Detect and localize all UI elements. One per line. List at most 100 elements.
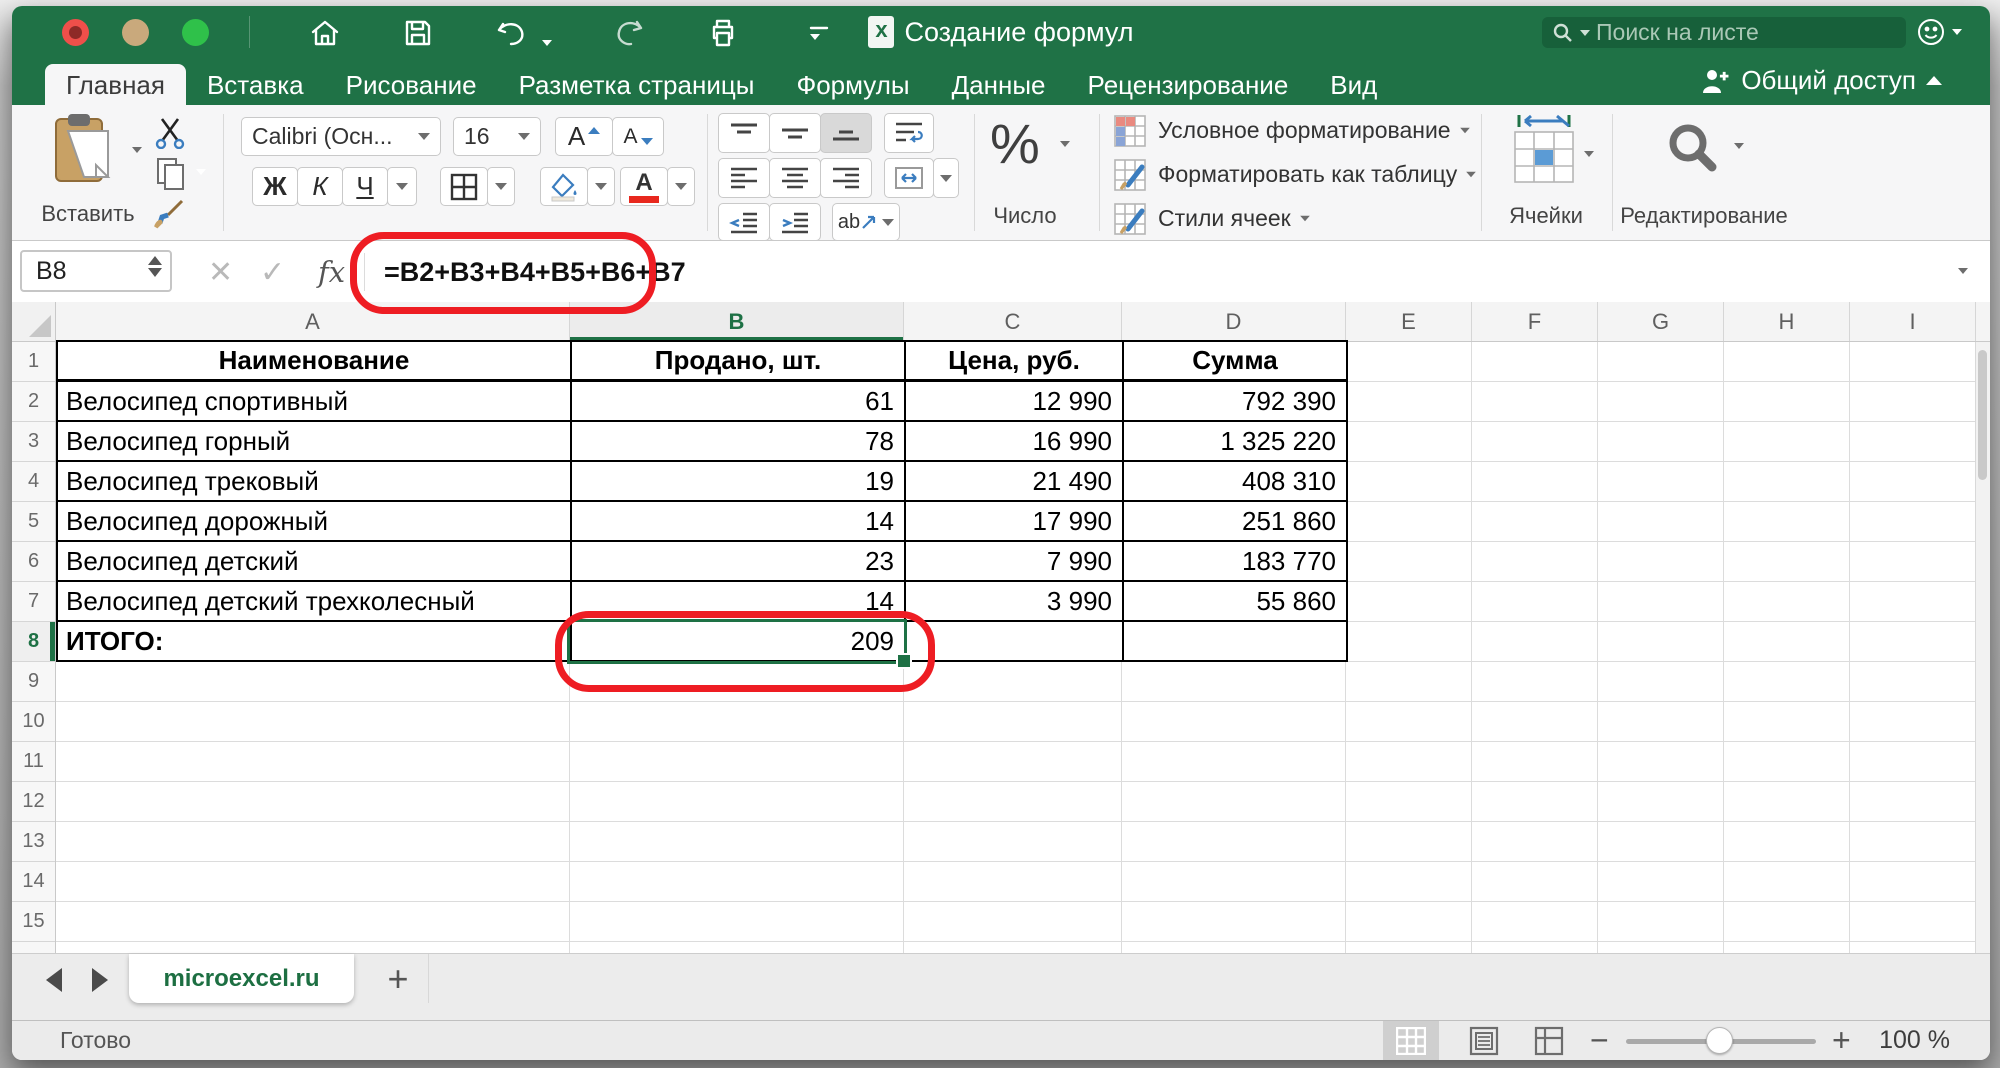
bold-button[interactable]: Ж: [252, 167, 298, 206]
cell-C4[interactable]: 21 490: [906, 462, 1124, 502]
cell-D6[interactable]: 183 770: [1124, 542, 1348, 582]
merge-dropdown[interactable]: [933, 158, 959, 198]
cell-A5[interactable]: Велосипед дорожный: [58, 502, 572, 542]
copy-dropdown-icon[interactable]: [196, 169, 206, 175]
font-size-select[interactable]: 16: [453, 117, 541, 156]
sheet-tab-active[interactable]: microexcel.ru: [129, 954, 354, 1003]
column-header-I[interactable]: I: [1850, 302, 1976, 341]
page-layout-view-button[interactable]: [1459, 1021, 1509, 1060]
merge-center-button[interactable]: [884, 158, 934, 198]
align-middle-button[interactable]: [769, 113, 821, 153]
column-header-G[interactable]: G: [1598, 302, 1724, 341]
number-format-dropdown-icon[interactable]: [1060, 141, 1070, 147]
minimize-window-button[interactable]: [122, 19, 149, 46]
next-sheet-icon[interactable]: [92, 968, 108, 992]
row-header-9[interactable]: 9: [12, 662, 55, 702]
italic-button[interactable]: К: [297, 167, 343, 206]
copy-icon[interactable]: [154, 157, 188, 191]
cell-B5[interactable]: 14: [572, 502, 906, 542]
cell-C8[interactable]: [906, 622, 1124, 662]
row-header-3[interactable]: 3: [12, 422, 55, 462]
column-header-D[interactable]: D: [1122, 302, 1346, 341]
underline-button[interactable]: Ч: [342, 167, 388, 206]
align-left-button[interactable]: [718, 158, 770, 198]
close-window-button[interactable]: [62, 19, 89, 46]
ribbon-tab-Рецензирование[interactable]: Рецензирование: [1067, 64, 1310, 105]
cell-A7[interactable]: Велосипед детский трехколесный: [58, 582, 572, 622]
row-header-11[interactable]: 11: [12, 742, 55, 782]
cell-D4[interactable]: 408 310: [1124, 462, 1348, 502]
cell-D3[interactable]: 1 325 220: [1124, 422, 1348, 462]
font-color-dropdown[interactable]: [667, 167, 695, 206]
formula-bar-expand-icon[interactable]: [1958, 268, 1968, 274]
borders-dropdown[interactable]: [487, 167, 515, 206]
cell-A6[interactable]: Велосипед детский: [58, 542, 572, 582]
sheet-search-input[interactable]: Поиск на листе: [1542, 17, 1906, 48]
cell-D7[interactable]: 55 860: [1124, 582, 1348, 622]
cell-D8[interactable]: [1124, 622, 1348, 662]
cell-D2[interactable]: 792 390: [1124, 382, 1348, 422]
undo-dropdown-icon[interactable]: [530, 26, 564, 60]
search-scope-dropdown-icon[interactable]: [1580, 30, 1590, 36]
cell-grid[interactable]: НаименованиеПродано, шт.Цена, руб.СуммаВ…: [56, 342, 1975, 953]
confirm-entry-button[interactable]: ✓: [260, 241, 285, 303]
zoom-in-button[interactable]: +: [1832, 1021, 1851, 1060]
ribbon-tab-Данные[interactable]: Данные: [931, 64, 1067, 105]
column-header-F[interactable]: F: [1472, 302, 1598, 341]
cell-C6[interactable]: 7 990: [906, 542, 1124, 582]
zoom-slider-thumb[interactable]: [1706, 1027, 1733, 1054]
cell-A3[interactable]: Велосипед горный: [58, 422, 572, 462]
prev-sheet-icon[interactable]: [46, 968, 62, 992]
row-header-6[interactable]: 6: [12, 542, 55, 582]
collapse-ribbon-icon[interactable]: [1926, 76, 1942, 85]
cell-A4[interactable]: Велосипед трековый: [58, 462, 572, 502]
zoom-out-button[interactable]: −: [1590, 1021, 1609, 1060]
align-center-button[interactable]: [769, 158, 821, 198]
format-painter-icon[interactable]: [152, 197, 188, 231]
select-all-corner[interactable]: [12, 302, 56, 341]
page-break-view-button[interactable]: [1524, 1021, 1574, 1060]
name-box-stepper[interactable]: [148, 256, 162, 277]
table-header-2[interactable]: Продано, шт.: [572, 342, 906, 382]
table-header-4[interactable]: Сумма: [1124, 342, 1348, 382]
column-header-A[interactable]: A: [56, 302, 570, 341]
customize-toolbar-icon[interactable]: [802, 16, 836, 50]
home-icon[interactable]: [308, 16, 342, 50]
cut-icon[interactable]: [152, 117, 188, 149]
selected-cell-B8[interactable]: [567, 619, 907, 664]
ribbon-tab-Вставка[interactable]: Вставка: [186, 64, 325, 105]
column-header-B[interactable]: B: [570, 302, 904, 341]
paste-dropdown-icon[interactable]: [132, 147, 142, 153]
cell-C2[interactable]: 12 990: [906, 382, 1124, 422]
cell-B2[interactable]: 61: [572, 382, 906, 422]
editing-dropdown-icon[interactable]: [1734, 143, 1744, 149]
cells-dropdown-icon[interactable]: [1584, 151, 1594, 157]
fill-color-dropdown[interactable]: [587, 167, 615, 206]
name-box[interactable]: B8: [20, 250, 172, 292]
paste-button[interactable]: [50, 113, 124, 187]
decrease-indent-button[interactable]: [718, 203, 770, 241]
cell-A2[interactable]: Велосипед спортивный: [58, 382, 572, 422]
formula-input[interactable]: =B2+B3+B4+B5+B6+B7: [384, 241, 686, 303]
wrap-text-button[interactable]: [884, 113, 934, 153]
row-header-15[interactable]: 15: [12, 902, 55, 942]
save-icon[interactable]: [401, 16, 435, 50]
table-header-3[interactable]: Цена, руб.: [906, 342, 1124, 382]
row-header-10[interactable]: 10: [12, 702, 55, 742]
increase-indent-button[interactable]: [769, 203, 821, 241]
font-color-button[interactable]: A: [620, 167, 668, 206]
decrease-font-button[interactable]: A: [612, 117, 664, 156]
share-button[interactable]: Общий доступ: [1701, 65, 1942, 96]
print-icon[interactable]: [706, 16, 740, 50]
vertical-scrollbar-thumb[interactable]: [1978, 350, 1987, 480]
cell-B4[interactable]: 19: [572, 462, 906, 502]
row-header-7[interactable]: 7: [12, 582, 55, 622]
percent-style-button[interactable]: %: [990, 111, 1040, 176]
cell-D5[interactable]: 251 860: [1124, 502, 1348, 542]
font-name-select[interactable]: Calibri (Осн...: [241, 117, 441, 156]
feedback-dropdown-icon[interactable]: [1952, 29, 1962, 35]
ribbon-tab-Вид[interactable]: Вид: [1309, 64, 1398, 105]
column-header-C[interactable]: C: [904, 302, 1122, 341]
row-header-8[interactable]: 8: [12, 622, 55, 662]
ribbon-tab-Формулы[interactable]: Формулы: [775, 64, 930, 105]
